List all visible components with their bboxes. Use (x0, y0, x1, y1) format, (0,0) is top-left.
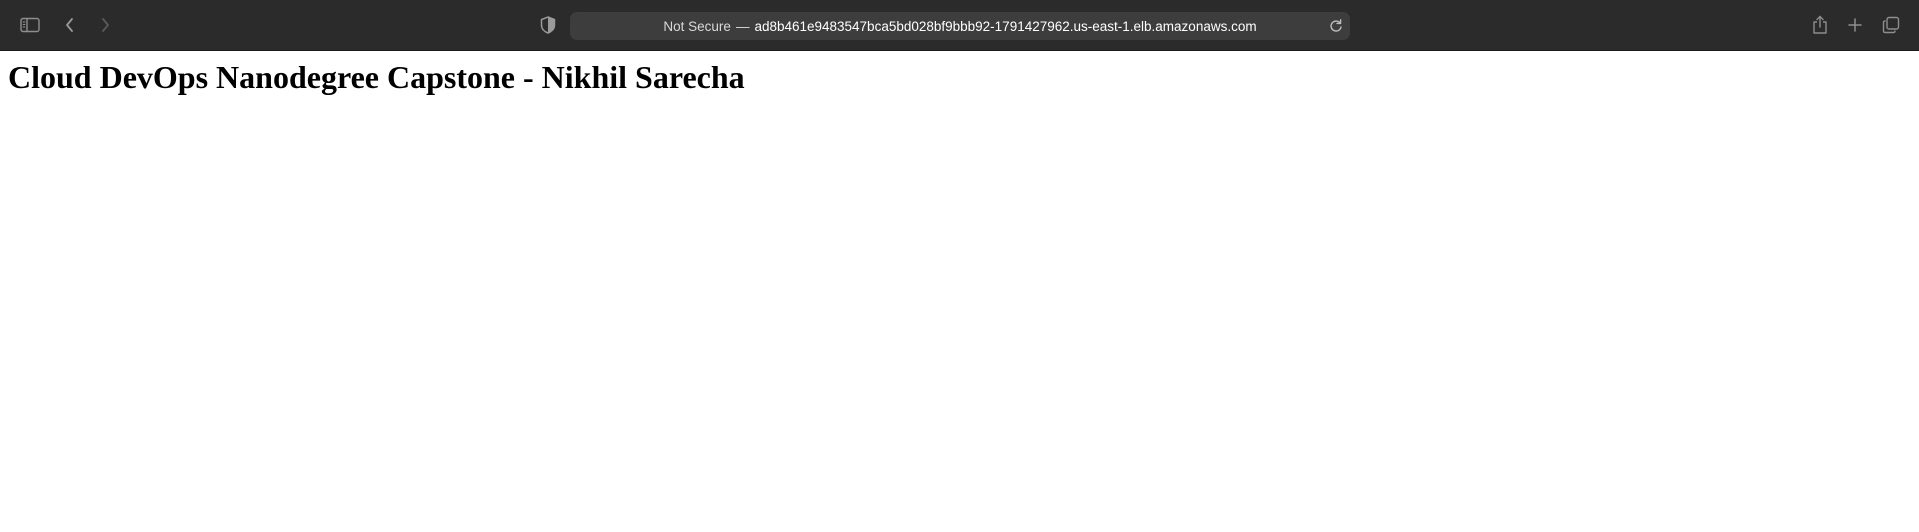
tab-overview-button[interactable] (1878, 12, 1904, 38)
reload-icon[interactable] (1328, 18, 1344, 34)
tabs-icon (1882, 16, 1900, 34)
address-separator: — (735, 18, 750, 34)
back-button[interactable] (57, 12, 83, 38)
sidebar-icon[interactable] (17, 12, 43, 38)
security-label: Not Secure (663, 18, 731, 34)
share-button[interactable] (1807, 12, 1833, 38)
browser-toolbar: Not Secure — ad8b461e9483547bca5bd028bf9… (0, 0, 1919, 51)
url-host: ad8b461e9483547bca5bd028bf9bbb92-1791427… (754, 18, 1257, 34)
forward-button[interactable] (92, 12, 118, 38)
address-bar[interactable]: Not Secure — ad8b461e9483547bca5bd028bf9… (570, 12, 1350, 40)
page-content: Cloud DevOps Nanodegree Capstone - Nikhi… (0, 51, 1919, 532)
plus-icon (1847, 17, 1863, 33)
privacy-report-button[interactable] (535, 12, 561, 38)
chevron-left-icon (64, 17, 76, 33)
new-tab-button[interactable] (1842, 12, 1868, 38)
page-heading: Cloud DevOps Nanodegree Capstone - Nikhi… (8, 59, 745, 95)
shield-icon (540, 16, 556, 34)
chevron-right-icon (99, 17, 111, 33)
share-icon (1812, 15, 1828, 35)
